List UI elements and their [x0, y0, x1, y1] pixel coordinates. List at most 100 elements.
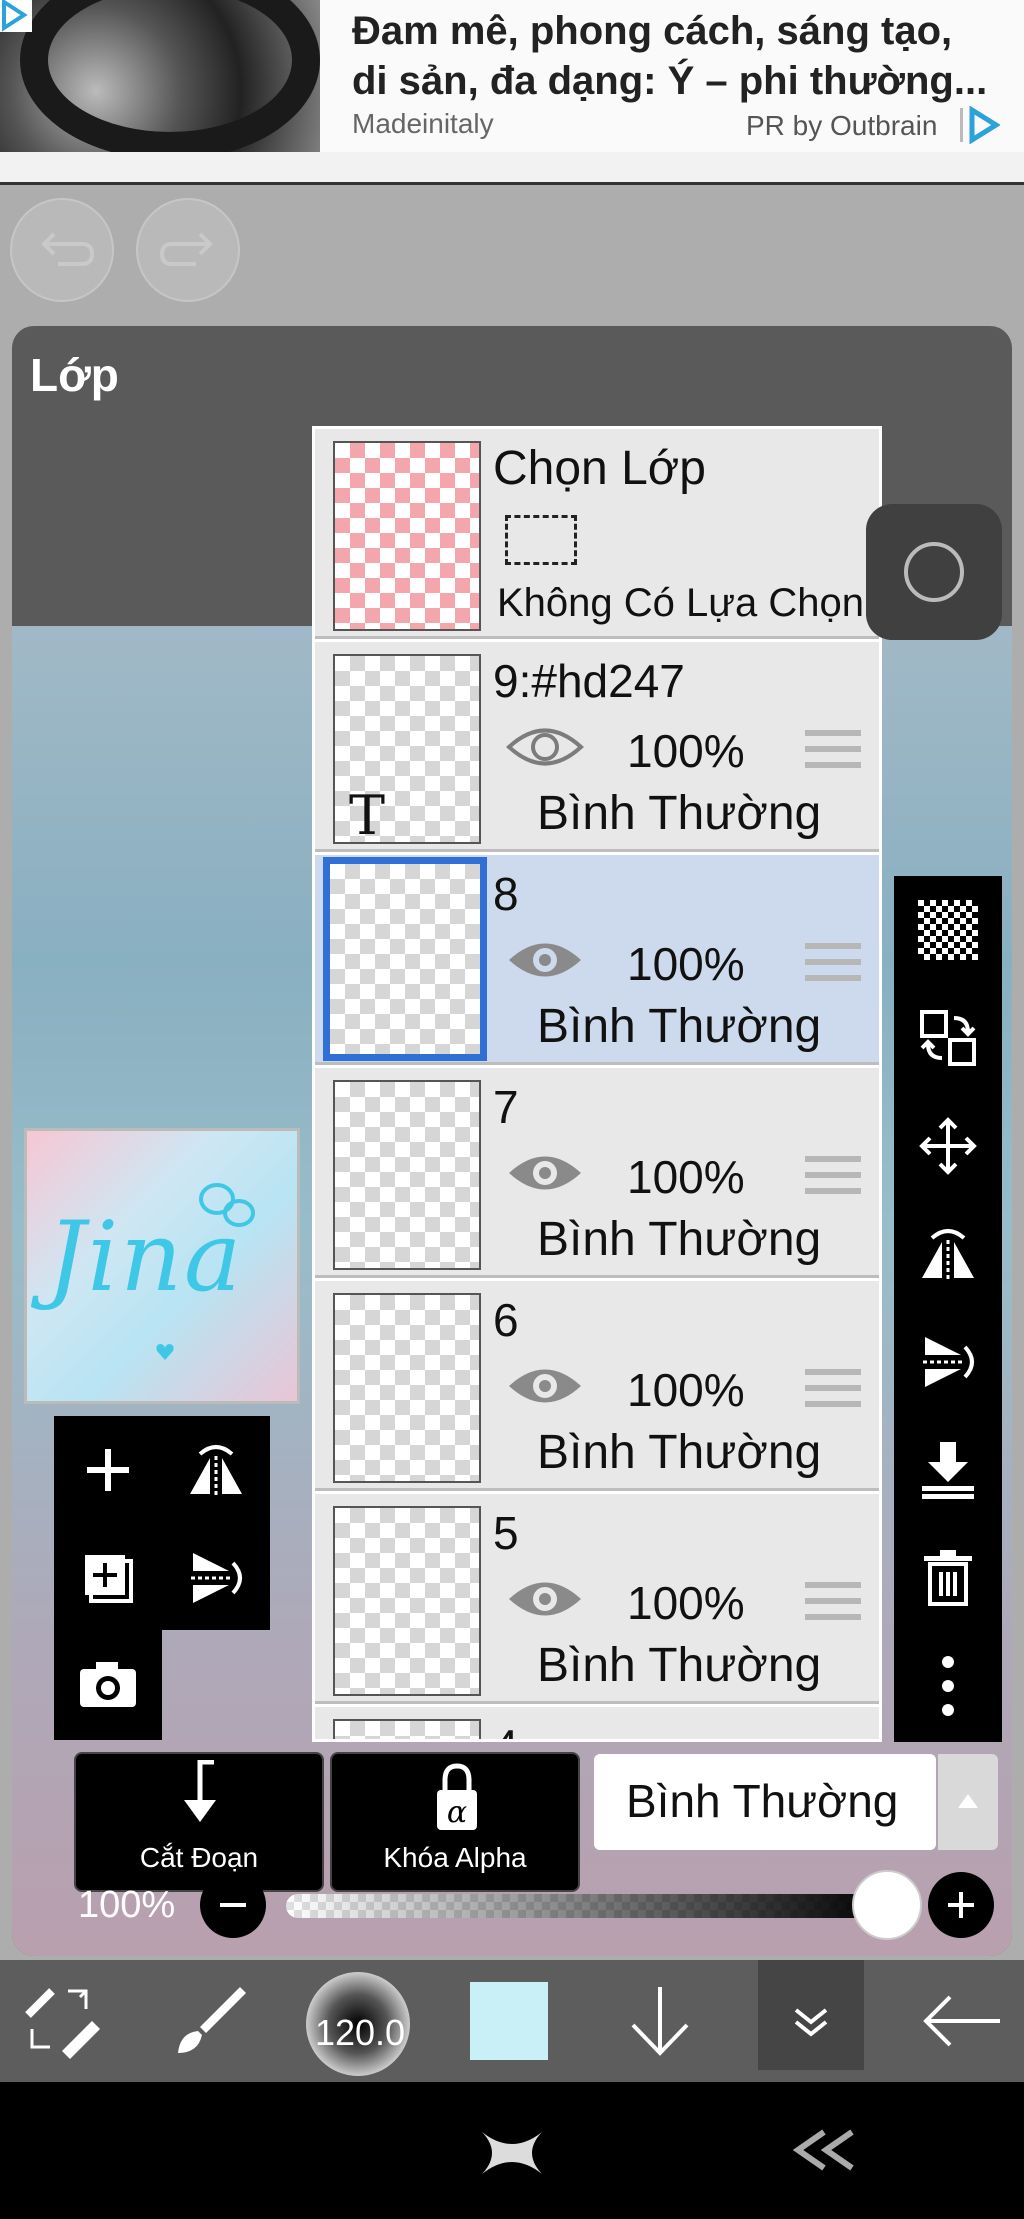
layer-thumbnail [333, 1719, 481, 1739]
drag-handle-icon[interactable] [805, 730, 861, 774]
outbrain-icon[interactable] [960, 106, 1000, 144]
chevron-up-icon [958, 1794, 978, 1808]
more-options-button[interactable] [894, 1632, 1002, 1740]
flip-vertical-button[interactable] [894, 1308, 1002, 1416]
visibility-eye-icon[interactable] [505, 1361, 585, 1411]
layer-name: 7 [493, 1081, 519, 1133]
assistive-touch-button[interactable] [866, 504, 1002, 640]
ad-sponsor-link[interactable]: PR by Outbrain [746, 110, 937, 142]
visibility-eye-icon[interactable] [505, 1574, 585, 1624]
layer-row-selected[interactable]: 8 100% Bình Thường [315, 855, 879, 1065]
canvas-thumbnail[interactable]: Jina [24, 1128, 300, 1404]
brush-size-value: 120.0 [314, 2012, 406, 2053]
right-toolbar [894, 876, 1002, 1742]
redo-button[interactable] [136, 198, 240, 302]
minus-icon [220, 1903, 246, 1907]
drag-handle-icon[interactable] [805, 1156, 861, 1200]
add-layer-button[interactable] [54, 1416, 162, 1524]
flip-horizontal-button[interactable] [894, 1200, 1002, 1308]
double-chevron-left-icon[interactable] [790, 2126, 860, 2174]
clipping-button[interactable]: Cắt Đoạn [74, 1752, 324, 1892]
add-layer-icon [87, 1449, 129, 1491]
undo-icon [41, 232, 95, 266]
blend-mode-dropdown-button[interactable] [938, 1754, 998, 1850]
flip-layer-horizontal-button[interactable] [162, 1416, 270, 1524]
opacity-value: 100% [78, 1884, 176, 1926]
visibility-eye-icon[interactable] [505, 935, 585, 985]
flip-layer-vertical-button[interactable] [162, 1524, 270, 1632]
layer-row[interactable]: 5 100% Bình Thường [315, 1494, 879, 1704]
layer-opacity: 100% [627, 1151, 745, 1203]
layer-blend-mode: Bình Thường [537, 1639, 822, 1692]
back-button[interactable] [902, 1960, 1022, 2082]
blend-mode-value: Bình Thường [626, 1775, 899, 1827]
layer-blend-mode: Bình Thường [537, 1426, 822, 1479]
opacity-increase-button[interactable] [928, 1872, 994, 1938]
duplicate-layer-button[interactable] [54, 1524, 162, 1632]
brush-tool-button[interactable] [150, 1960, 270, 2082]
undo-button[interactable] [10, 198, 114, 302]
layer-opacity: 100% [627, 1577, 745, 1629]
visibility-eye-icon[interactable] [505, 1148, 585, 1198]
camera-button[interactable] [54, 1630, 162, 1738]
move-selection-icon [920, 1010, 976, 1066]
ad-banner[interactable]: Đam mê, phong cách, sáng tạo, di sản, đa… [0, 0, 1024, 152]
collapse-panel-button[interactable] [758, 1960, 864, 2070]
ad-title[interactable]: Đam mê, phong cách, sáng tạo, di sản, đa… [352, 6, 1002, 106]
move-icon [919, 1117, 977, 1175]
left-toolbar [54, 1416, 270, 1630]
layer-opacity: 100% [627, 1364, 745, 1416]
layer-row[interactable]: 7 100% Bình Thường [315, 1068, 879, 1278]
layer-list[interactable]: Chọn Lớp Không Có Lựa Chọn T 9:#hd247 10… [312, 426, 882, 1742]
svg-text:α: α [447, 1795, 467, 1830]
drag-handle-icon[interactable] [805, 1369, 861, 1413]
ad-title-line1: Đam mê, phong cách, sáng tạo, [352, 9, 953, 53]
selection-layer-title: Chọn Lớp [493, 442, 706, 495]
arrow-down-icon [631, 1987, 689, 2056]
color-swatch[interactable] [470, 1982, 548, 2060]
layer-row-partial[interactable]: 4 [315, 1707, 879, 1739]
layer-thumbnail [333, 1080, 481, 1270]
drag-handle-icon[interactable] [805, 1582, 861, 1626]
close-icon[interactable] [478, 2126, 546, 2180]
panel-title: Lớp [30, 349, 119, 401]
layer-down-button[interactable] [600, 1960, 720, 2082]
selection-status: Không Có Lựa Chọn [497, 581, 865, 625]
layer-opacity: 100% [627, 725, 745, 777]
delete-layer-button[interactable] [894, 1524, 1002, 1632]
transparency-button[interactable] [894, 876, 1002, 984]
clipping-label: Cắt Đoạn [139, 1842, 259, 1873]
move-button[interactable] [894, 1092, 1002, 1200]
selection-marquee-icon [505, 515, 577, 565]
layer-thumbnail [333, 1506, 481, 1696]
merge-down-button[interactable] [894, 1416, 1002, 1524]
move-selection-button[interactable] [894, 984, 1002, 1092]
opacity-decrease-button[interactable] [200, 1872, 266, 1938]
layer-name: 5 [493, 1507, 519, 1559]
flip-horizontal-icon [922, 1229, 974, 1280]
drag-handle-icon[interactable] [805, 943, 861, 987]
opacity-slider[interactable] [286, 1894, 886, 1918]
layer-row[interactable]: T 9:#hd247 100% Bình Thường [315, 642, 879, 852]
merge-down-icon [922, 1442, 974, 1499]
ad-title-line2: di sản, đa dạng: Ý – phi thường... [352, 59, 988, 103]
redo-icon [159, 232, 213, 266]
separator [0, 152, 1024, 182]
selection-layer-row[interactable]: Chọn Lớp Không Có Lựa Chọn [315, 429, 879, 639]
layer-thumbnail [323, 857, 487, 1061]
opacity-slider-thumb[interactable] [852, 1870, 922, 1940]
ad-source: Madeinitaly [352, 108, 494, 139]
lock-icon: α [437, 1763, 477, 1830]
visibility-eye-icon[interactable] [505, 722, 585, 772]
layer-name: 6 [493, 1294, 519, 1346]
blend-mode-select[interactable]: Bình Thường [594, 1754, 936, 1850]
ad-image[interactable] [0, 0, 320, 152]
layer-blend-mode: Bình Thường [537, 1000, 822, 1053]
transform-tool-button[interactable] [2, 1960, 122, 2082]
adchoices-icon[interactable] [0, 0, 32, 32]
clipping-arrow-icon [184, 1760, 216, 1822]
alpha-lock-button[interactable]: α Khóa Alpha [330, 1752, 580, 1892]
layer-row[interactable]: 6 100% Bình Thường [315, 1281, 879, 1491]
alpha-lock-label: Khóa Alpha [383, 1842, 527, 1873]
text-layer-icon: T [349, 784, 386, 847]
